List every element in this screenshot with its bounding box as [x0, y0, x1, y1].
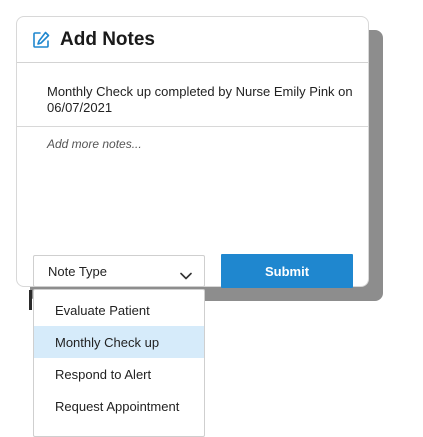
submit-button[interactable]: Submit: [221, 254, 353, 288]
dropdown-edge: [29, 290, 32, 310]
add-notes-dialog: Add Notes: [16, 16, 369, 287]
option-respond-to-alert[interactable]: Respond to Alert: [34, 358, 204, 390]
option-evaluate-patient[interactable]: Evaluate Patient: [34, 294, 204, 326]
note-text: Monthly Check up completed by Nurse Emil…: [47, 84, 353, 115]
chevron-down-icon: [180, 267, 192, 280]
edit-icon: [31, 30, 51, 50]
option-monthly-check-up[interactable]: Monthly Check up: [34, 326, 204, 358]
stage: Add Notes Monthly Check up completed by …: [0, 0, 423, 437]
option-request-appointment[interactable]: Request Appointment: [34, 390, 204, 422]
dialog-title: Add Notes: [60, 28, 155, 50]
note-type-dropdown: Evaluate Patient Monthly Check up Respon…: [33, 289, 205, 437]
dialog-header: Add Notes: [17, 17, 368, 63]
note-type-select[interactable]: Note Type: [33, 255, 205, 287]
add-more-notes-input[interactable]: Add more notes...: [47, 137, 142, 151]
divider: [16, 126, 369, 127]
note-type-label: Note Type: [48, 263, 108, 279]
